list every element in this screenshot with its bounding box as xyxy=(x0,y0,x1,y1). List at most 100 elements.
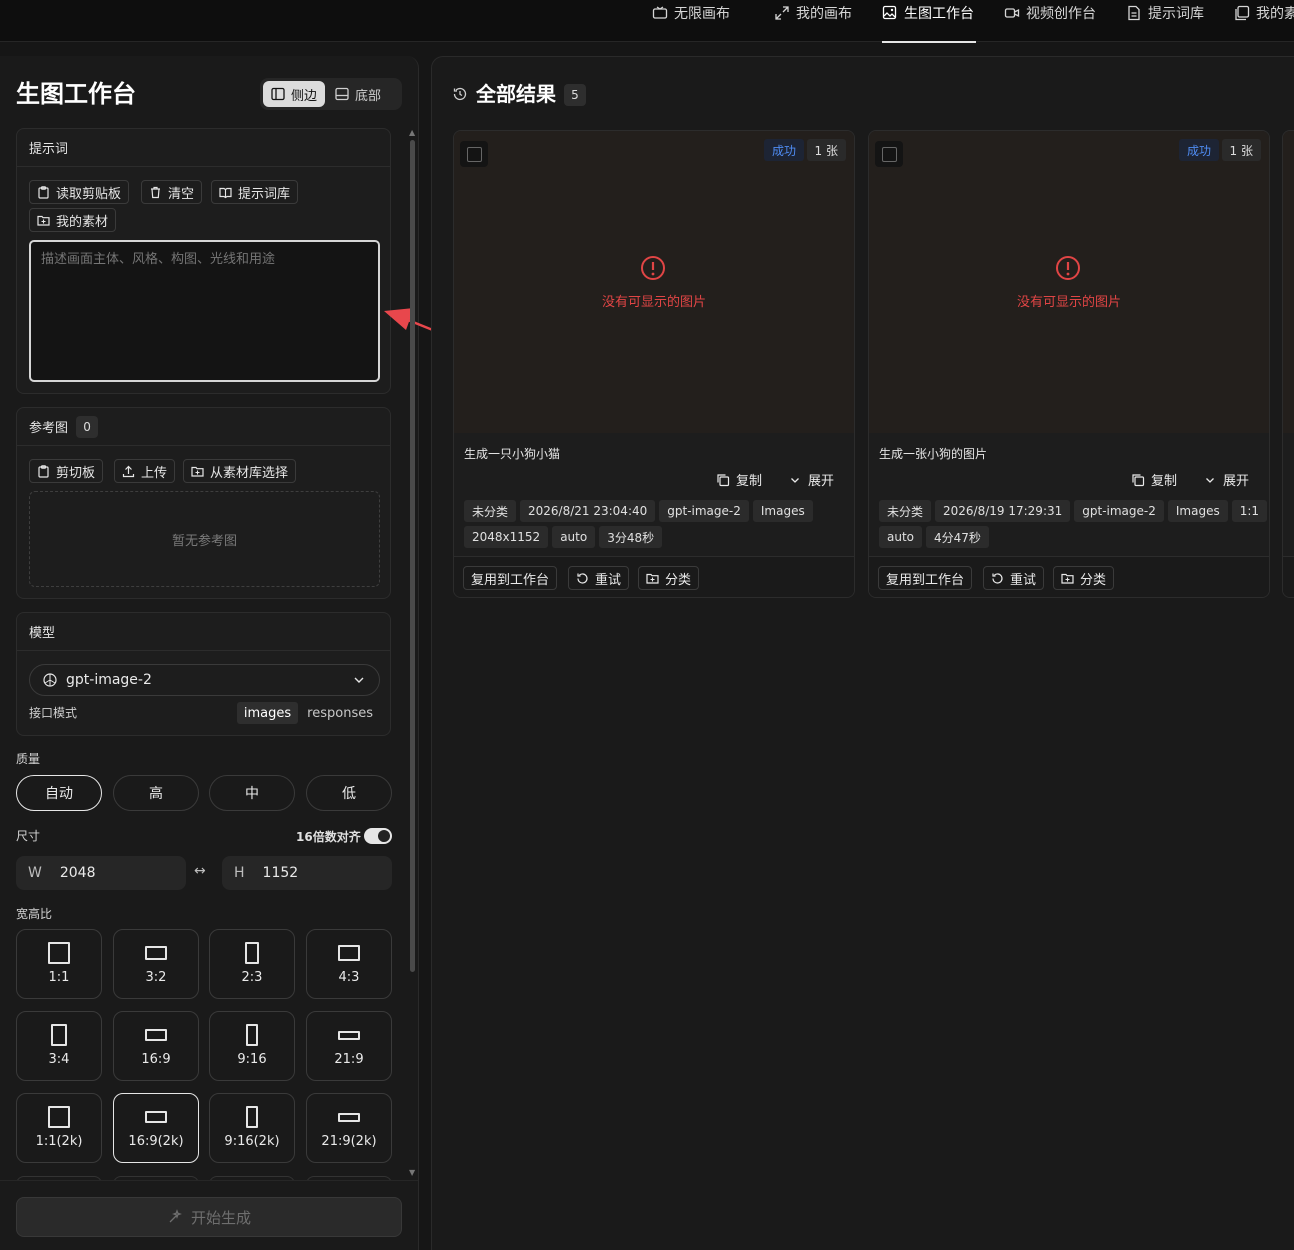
generate-label: 开始生成 xyxy=(190,1208,251,1227)
tag: 1:1 xyxy=(1231,500,1268,522)
generate-button[interactable]: 开始生成 xyxy=(16,1197,402,1237)
nav-item-infinite-canvas[interactable]: 无限画布 xyxy=(652,0,730,42)
ratio-option-1-1-2k[interactable]: 1:1(2k) xyxy=(16,1093,102,1163)
tag: 未分类 xyxy=(879,500,932,522)
read-clipboard-button[interactable]: 读取剪贴板 xyxy=(29,180,130,204)
classify-label: 分类 xyxy=(1080,572,1107,588)
api-mode-label: 接口模式 xyxy=(29,706,78,720)
reuse-to-workbench-button[interactable]: 复用到工作台 xyxy=(878,566,973,590)
model-select[interactable]: gpt-image-2 xyxy=(29,664,380,696)
ratio-option-2-3[interactable]: 2:3 xyxy=(209,929,295,999)
ratio-option-16-9-2k[interactable]: 16:9(2k) xyxy=(113,1093,199,1163)
retry-button[interactable]: 重试 xyxy=(568,566,630,590)
quality-high-button[interactable]: 高 xyxy=(113,775,199,811)
ratio-shape-wrap xyxy=(145,1104,167,1130)
result-image-area[interactable] xyxy=(869,131,1269,433)
size-label: 尺寸 xyxy=(16,829,41,843)
height-input[interactable]: H 1152 xyxy=(222,856,392,890)
expand-icon xyxy=(775,6,789,20)
btn-label: 我的素材 xyxy=(56,214,109,230)
ratio-shape-wrap xyxy=(338,1022,360,1048)
classify-button[interactable]: 分类 xyxy=(638,566,700,590)
layout-side-button[interactable]: 侧边 xyxy=(263,81,326,107)
copy-label: 复制 xyxy=(736,474,763,489)
ratio-option-4-3[interactable]: 4:3 xyxy=(306,929,392,999)
ratio-shape-wrap xyxy=(246,1022,258,1048)
copy-button[interactable]: 复制 xyxy=(1131,470,1177,489)
ratio-option-21-9[interactable]: 21:9 xyxy=(306,1011,392,1081)
paste-clipboard-button[interactable]: 剪切板 xyxy=(29,459,104,483)
ratio-text: 2:3 xyxy=(241,970,263,985)
sidebar-layout-icon xyxy=(271,87,285,101)
scroll-up-arrow[interactable]: ▲ xyxy=(409,128,415,137)
clear-button[interactable]: 清空 xyxy=(141,180,203,204)
ratio-option-9-16[interactable]: 9:16 xyxy=(209,1011,295,1081)
result-prompt: 生成一只小狗小猫 xyxy=(464,447,561,461)
folder-add-icon xyxy=(646,573,659,584)
result-tags: 未分类 2026/8/21 23:04:40 gpt-image-2 Image… xyxy=(464,500,854,548)
quality-medium-button[interactable]: 中 xyxy=(209,775,295,811)
ratio-text: 1:1(2k) xyxy=(35,1134,83,1149)
result-tags: 未分类 2026/8/19 17:29:31 gpt-image-2 Image… xyxy=(879,500,1269,548)
result-image-area[interactable] xyxy=(454,131,854,433)
width-input[interactable]: W 2048 xyxy=(16,856,186,890)
quality-auto-button[interactable]: 自动 xyxy=(16,775,102,811)
layout-bottom-button[interactable]: 底部 xyxy=(327,81,389,107)
reference-dropzone[interactable]: 暂无参考图 xyxy=(29,491,380,587)
nav-item-my-assets[interactable]: 我的素 xyxy=(1234,0,1294,42)
ratio-option-21-9-2k[interactable]: 21:9(2k) xyxy=(306,1093,392,1163)
layout-bottom-label: 底部 xyxy=(355,88,382,104)
ratio-option-3-4[interactable]: 3:4 xyxy=(16,1011,102,1081)
quality-low-button[interactable]: 低 xyxy=(306,775,392,811)
choose-from-assets-button[interactable]: 从素材库选择 xyxy=(183,459,297,483)
ratio-landscape-icon xyxy=(145,1111,167,1123)
clipboard-icon xyxy=(38,185,49,199)
prompt-header-label: 提示词 xyxy=(29,142,69,157)
retry-button[interactable]: 重试 xyxy=(983,566,1045,590)
scroll-down-arrow[interactable]: ▼ xyxy=(409,1168,415,1177)
btn-label: 提示词库 xyxy=(238,186,291,202)
result-card-footer xyxy=(1283,556,1294,597)
my-assets-button[interactable]: 我的素材 xyxy=(29,208,117,232)
sparkle-icon xyxy=(169,1209,182,1223)
expand-button[interactable]: 展开 xyxy=(1203,470,1249,489)
prompt-input[interactable] xyxy=(29,240,380,382)
ratio-portrait-icon xyxy=(246,1106,258,1128)
error-message: 没有可显示的图片 xyxy=(1016,295,1121,310)
nav-item-video-studio[interactable]: 视频创作台 xyxy=(1004,0,1096,42)
expand-label: 展开 xyxy=(1223,474,1250,489)
ratio-option-1-1[interactable]: 1:1 xyxy=(16,929,102,999)
btn-label: 从素材库选择 xyxy=(210,465,289,481)
expand-button[interactable]: 展开 xyxy=(788,470,834,489)
ratio-option-3-2[interactable]: 3:2 xyxy=(113,929,199,999)
nav-item-my-canvas[interactable]: 我的画布 xyxy=(774,0,852,42)
ratio-square-icon xyxy=(48,942,70,964)
api-option-images[interactable]: images xyxy=(236,702,299,724)
classify-button[interactable]: 分类 xyxy=(1053,566,1115,590)
ratio-text: 3:2 xyxy=(145,970,167,985)
folder-add-icon xyxy=(37,215,50,226)
nav-item-image-studio[interactable]: 生图工作台 xyxy=(882,0,974,42)
ratio-shape-wrap xyxy=(246,1104,258,1130)
left-panel-scrollbar[interactable] xyxy=(410,140,415,972)
reference-header-label: 参考图 xyxy=(29,421,69,436)
nav-item-prompt-library[interactable]: 提示词库 xyxy=(1126,0,1204,42)
upload-button[interactable]: 上传 xyxy=(114,459,176,483)
prompt-library-button[interactable]: 提示词库 xyxy=(211,180,299,204)
book-icon xyxy=(219,187,232,198)
reuse-to-workbench-button[interactable]: 复用到工作台 xyxy=(463,566,558,590)
canvas-icon xyxy=(652,6,668,19)
align16-toggle[interactable] xyxy=(364,828,392,844)
folder-add-icon xyxy=(1061,573,1074,584)
select-checkbox[interactable] xyxy=(460,141,488,167)
ratio-text: 4:3 xyxy=(338,970,360,985)
ratio-label: 宽高比 xyxy=(16,907,53,921)
api-option-responses[interactable]: responses xyxy=(300,702,380,724)
nav-label: 我的素 xyxy=(1256,6,1294,22)
result-image-area[interactable] xyxy=(1283,131,1294,433)
copy-button[interactable]: 复制 xyxy=(716,470,762,489)
width-key: W xyxy=(28,865,42,881)
ratio-option-16-9[interactable]: 16:9 xyxy=(113,1011,199,1081)
ratio-option-9-16-2k[interactable]: 9:16(2k) xyxy=(209,1093,295,1163)
select-checkbox[interactable] xyxy=(875,141,903,167)
